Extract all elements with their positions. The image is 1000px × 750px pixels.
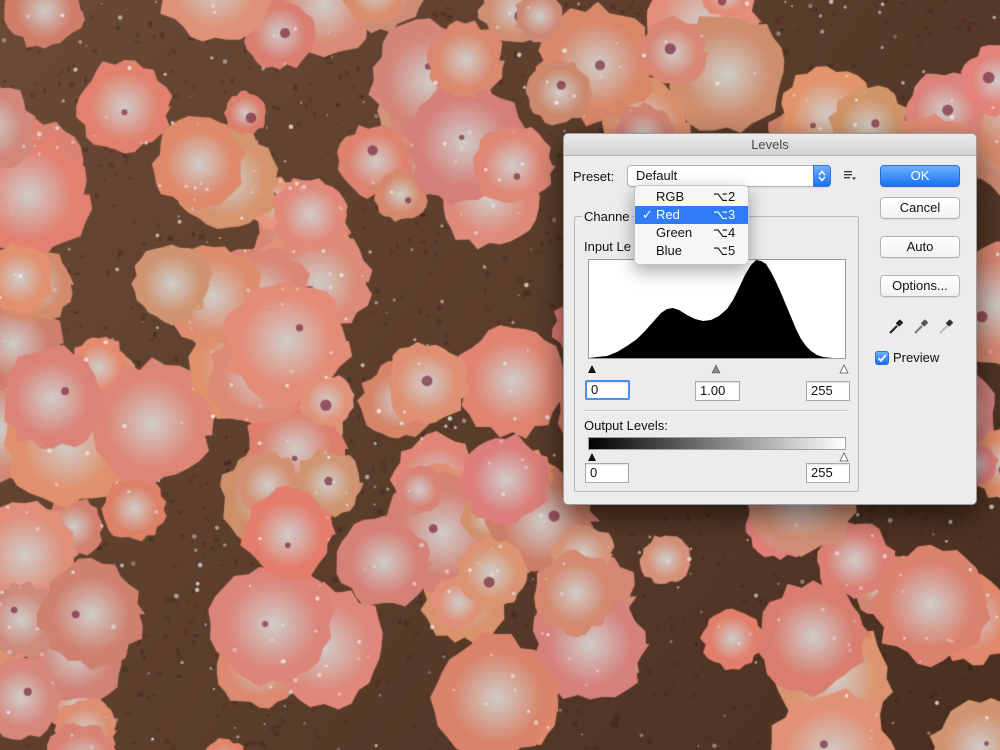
- checkmark-icon: [877, 354, 887, 363]
- channel-menu-item-rgb[interactable]: RGB ⌥2: [635, 188, 748, 206]
- auto-button[interactable]: Auto: [880, 236, 960, 258]
- black-eyedropper-icon[interactable]: [888, 317, 906, 335]
- input-black-field[interactable]: 0: [585, 380, 630, 400]
- preset-select[interactable]: Default: [627, 165, 831, 187]
- menu-item-shortcut: ⌥2: [713, 189, 736, 204]
- levels-dialog: Levels Preset: Default Channe Input Le 0…: [563, 133, 977, 505]
- gamma-slider: [711, 364, 721, 374]
- output-black-slider: [588, 453, 596, 461]
- menu-item-label: Blue: [656, 243, 683, 258]
- output-slider[interactable]: [588, 450, 850, 462]
- black-point-slider: [588, 365, 596, 373]
- output-white-slider: [839, 452, 849, 462]
- up-down-chevron-icon[interactable]: [813, 165, 831, 187]
- white-eyedropper-icon[interactable]: [938, 317, 956, 335]
- output-black-field[interactable]: 0: [585, 463, 629, 483]
- separator: [585, 410, 847, 412]
- menu-item-shortcut: ⌥3: [713, 207, 736, 222]
- white-point-slider: [839, 364, 849, 374]
- menu-item-label: Red: [656, 207, 680, 222]
- channel-menu-item-blue[interactable]: Blue ⌥5: [635, 242, 748, 260]
- ok-button[interactable]: OK: [880, 165, 960, 187]
- channel-label: Channe: [582, 209, 632, 224]
- histogram-graph: [589, 260, 845, 358]
- preview-checkbox[interactable]: [875, 351, 889, 365]
- histogram: [588, 259, 846, 359]
- input-gamma-field[interactable]: 1.00: [695, 381, 740, 401]
- list-menu-icon[interactable]: [843, 168, 857, 182]
- channel-menu-item-red[interactable]: ✓ Red ⌥3: [635, 206, 748, 224]
- input-levels-label: Input Le: [584, 239, 631, 254]
- channel-menu: RGB ⌥2 ✓ Red ⌥3 Green ⌥4 Blue ⌥5: [634, 185, 749, 265]
- input-white-field[interactable]: 255: [806, 381, 850, 401]
- menu-item-label: RGB: [656, 189, 685, 204]
- preset-value: Default: [636, 168, 678, 183]
- gray-eyedropper-icon[interactable]: [913, 317, 931, 335]
- channel-menu-item-green[interactable]: Green ⌥4: [635, 224, 748, 242]
- output-white-field[interactable]: 255: [806, 463, 850, 483]
- checkmark-icon: ✓: [642, 207, 653, 222]
- preview-label[interactable]: Preview: [893, 350, 939, 365]
- input-slider[interactable]: [588, 362, 849, 374]
- cancel-button[interactable]: Cancel: [880, 197, 960, 219]
- dialog-title: Levels: [564, 134, 976, 156]
- preset-label: Preset:: [573, 169, 615, 184]
- menu-item-label: Green: [656, 225, 693, 240]
- options-button[interactable]: Options...: [880, 275, 960, 297]
- menu-item-shortcut: ⌥5: [713, 243, 736, 258]
- output-gradient: [588, 437, 846, 450]
- menu-item-shortcut: ⌥4: [713, 225, 736, 240]
- output-levels-label: Output Levels:: [584, 418, 668, 433]
